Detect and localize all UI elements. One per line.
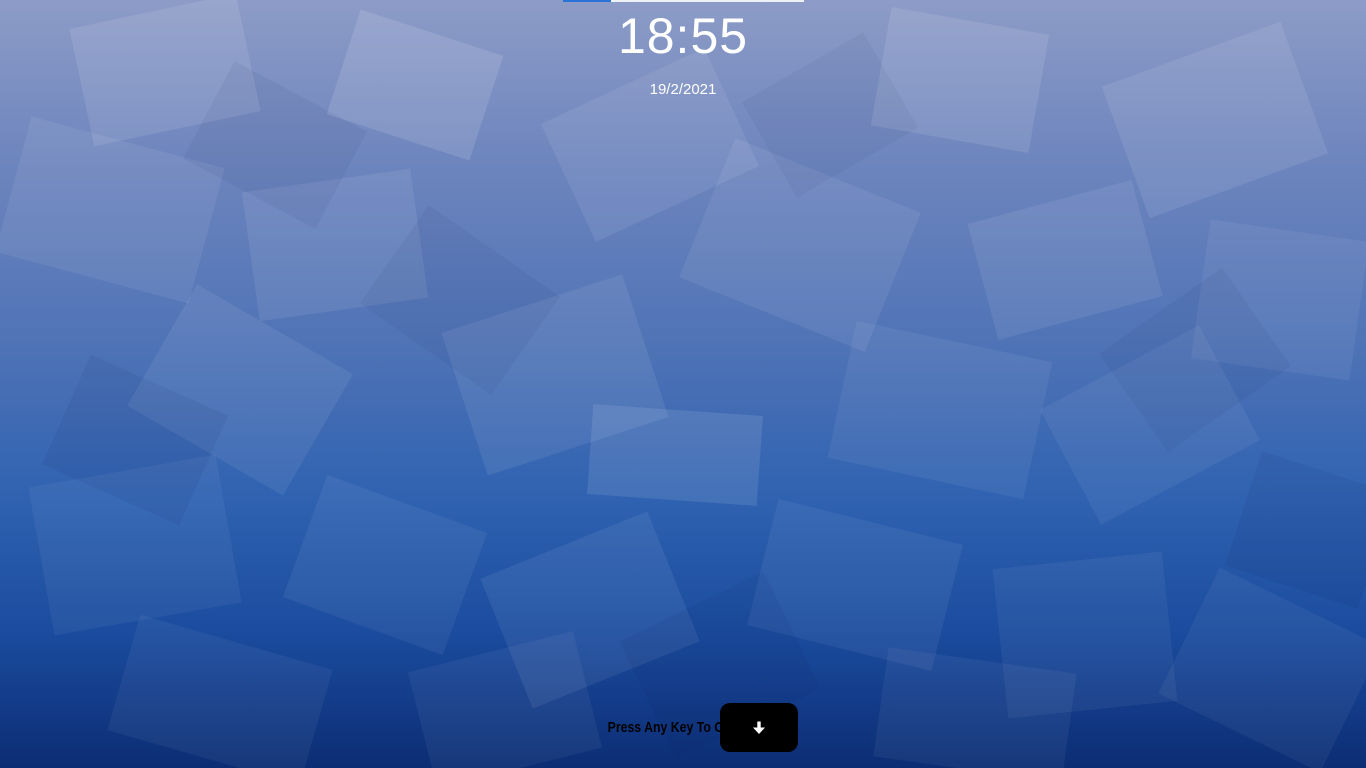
clock-time: 18:55 bbox=[617, 8, 749, 64]
arrow-down-icon bbox=[752, 721, 765, 734]
wallpaper bbox=[0, 0, 1366, 768]
loading-progress-fill bbox=[563, 0, 612, 2]
loading-progress-bar bbox=[563, 0, 804, 2]
clock-date: 19/2/2021 bbox=[649, 81, 717, 98]
unlock-prompt: Press Any Key To Open bbox=[607, 719, 746, 736]
wallpaper-shapes bbox=[0, 0, 1366, 768]
unlock-area: Press Any Key To Open bbox=[0, 703, 1366, 752]
